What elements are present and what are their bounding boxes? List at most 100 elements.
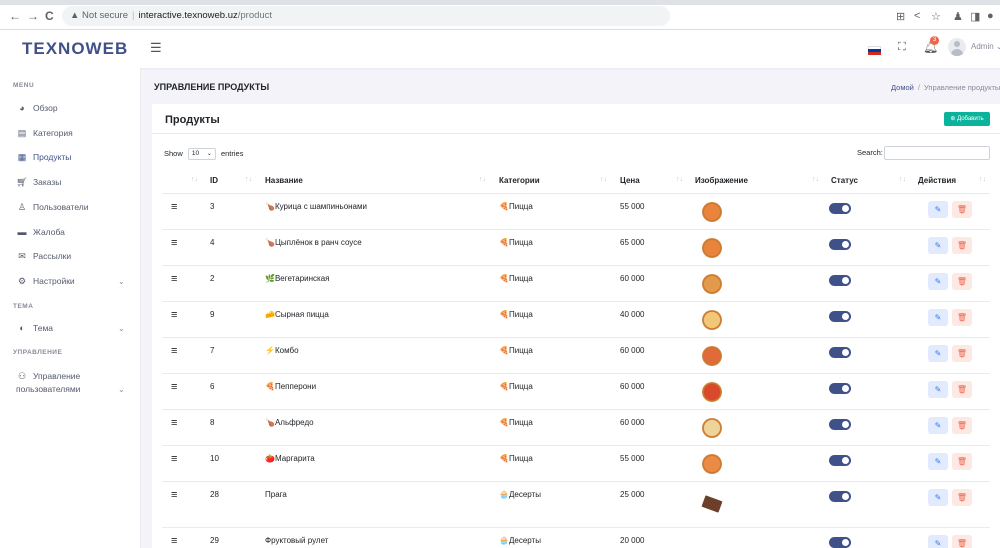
delete-button[interactable]: 🗑︎ bbox=[952, 381, 972, 398]
sort-icon[interactable]: ↑↓ bbox=[479, 176, 486, 183]
chevron-down-icon[interactable]: ⌄ bbox=[118, 385, 125, 394]
delete-button[interactable]: 🗑︎ bbox=[952, 237, 972, 254]
sidebar-item-theme[interactable]: ◐ Тема bbox=[16, 321, 53, 335]
drag-handle-icon[interactable]: ≡ bbox=[171, 202, 177, 213]
status-toggle[interactable] bbox=[829, 455, 851, 466]
sidebar-item-user-management[interactable]: ⚇ Управление bbox=[16, 369, 80, 383]
sort-icon[interactable]: ↑↓ bbox=[979, 176, 986, 183]
edit-button[interactable]: ✎ bbox=[928, 381, 948, 398]
address-bar[interactable]: ▲ Not secure | interactive.texnoweb.uz/pro… bbox=[62, 6, 670, 26]
delete-button[interactable]: 🗑︎ bbox=[952, 273, 972, 290]
edit-button[interactable]: ✎ bbox=[928, 273, 948, 290]
row-price: 60 000 bbox=[620, 382, 645, 391]
edit-button[interactable]: ✎ bbox=[928, 453, 948, 470]
col-header-category[interactable]: Категории bbox=[499, 176, 540, 185]
card-title: Продукты bbox=[165, 114, 220, 126]
breadcrumb-home-link[interactable]: Домой bbox=[891, 83, 914, 92]
col-header-price[interactable]: Цена bbox=[620, 176, 640, 185]
delete-button[interactable]: 🗑︎ bbox=[952, 345, 972, 362]
status-toggle[interactable] bbox=[829, 537, 851, 548]
col-header-actions[interactable]: Действия bbox=[918, 176, 956, 185]
notification-bell-icon[interactable]: 🔔︎ 3 bbox=[923, 36, 939, 54]
drag-handle-icon[interactable]: ≡ bbox=[171, 274, 177, 285]
sidebar-item-orders[interactable]: 🛒︎ Заказы bbox=[16, 175, 61, 189]
sidebar-item-products[interactable]: ▦ Продукты bbox=[16, 150, 72, 164]
edit-button[interactable]: ✎ bbox=[928, 417, 948, 434]
status-toggle[interactable] bbox=[829, 419, 851, 430]
product-image bbox=[701, 495, 723, 513]
status-toggle[interactable] bbox=[829, 491, 851, 502]
bookmark-star-icon[interactable]: ☆ bbox=[931, 10, 941, 23]
col-header-status[interactable]: Статус bbox=[831, 176, 858, 185]
sort-icon[interactable]: ↑↓ bbox=[600, 176, 607, 183]
edit-button[interactable]: ✎ bbox=[928, 237, 948, 254]
row-divider bbox=[162, 193, 990, 194]
drag-handle-icon[interactable]: ≡ bbox=[171, 418, 177, 429]
row-category: 🍕Пицца bbox=[499, 454, 533, 463]
add-product-button[interactable]: ⊕ Добавить bbox=[944, 112, 990, 126]
drag-handle-icon[interactable]: ≡ bbox=[171, 536, 177, 547]
sidebar-item-user-management-line2[interactable]: пользователями bbox=[16, 382, 80, 396]
user-avatar[interactable] bbox=[948, 38, 966, 56]
row-divider bbox=[162, 445, 990, 446]
sidebar-item-settings[interactable]: ⚙ Настройки bbox=[16, 274, 75, 288]
sidebar-item-overview[interactable]: ◕ Обзор bbox=[16, 101, 57, 115]
chevron-down-icon[interactable]: ⌄ bbox=[118, 277, 125, 286]
users-group-icon: ⚇ bbox=[17, 371, 27, 381]
profile-icon[interactable]: ● bbox=[987, 10, 994, 22]
status-toggle[interactable] bbox=[829, 311, 851, 322]
back-arrow-icon[interactable]: ← bbox=[9, 9, 21, 23]
status-toggle[interactable] bbox=[829, 275, 851, 286]
entries-select[interactable]: 10 ⌄ bbox=[187, 148, 216, 160]
sidebar-item-mailings[interactable]: ✉ Рассылки bbox=[16, 249, 71, 263]
sort-icon[interactable]: ↑↓ bbox=[245, 176, 252, 183]
drag-handle-icon[interactable]: ≡ bbox=[171, 490, 177, 501]
row-divider bbox=[162, 265, 990, 266]
delete-button[interactable]: 🗑︎ bbox=[952, 201, 972, 218]
sort-icon[interactable]: ↑↓ bbox=[812, 176, 819, 183]
share-icon[interactable]: < bbox=[914, 10, 920, 22]
delete-button[interactable]: 🗑︎ bbox=[952, 489, 972, 506]
row-id: 9 bbox=[210, 310, 215, 319]
drag-handle-icon[interactable]: ≡ bbox=[171, 346, 177, 357]
reload-icon[interactable]: C bbox=[45, 9, 54, 23]
sidebar-item-category[interactable]: ▤ Категория bbox=[16, 126, 73, 140]
sort-icon[interactable]: ↑↓ bbox=[899, 176, 906, 183]
drag-handle-icon[interactable]: ≡ bbox=[171, 454, 177, 465]
sidepanel-icon[interactable]: ◨ bbox=[970, 10, 980, 23]
brand-logo[interactable]: TEXNOWEB bbox=[22, 39, 128, 59]
forward-arrow-icon[interactable]: → bbox=[27, 9, 39, 23]
sort-icon[interactable]: ↑↓ bbox=[191, 176, 198, 183]
sidebar-item-users[interactable]: ♙ Пользователи bbox=[16, 200, 89, 214]
user-name-dropdown[interactable]: Admin ⌄ bbox=[971, 42, 1000, 51]
delete-button[interactable]: 🗑︎ bbox=[952, 417, 972, 434]
status-toggle[interactable] bbox=[829, 347, 851, 358]
search-input[interactable] bbox=[884, 146, 990, 160]
delete-button[interactable]: 🗑︎ bbox=[952, 453, 972, 470]
hamburger-menu-icon[interactable]: ☰ bbox=[150, 40, 162, 56]
status-toggle[interactable] bbox=[829, 383, 851, 394]
edit-button[interactable]: ✎ bbox=[928, 489, 948, 506]
chevron-down-icon[interactable]: ⌄ bbox=[118, 324, 125, 333]
delete-button[interactable]: 🗑︎ bbox=[952, 309, 972, 326]
edit-button[interactable]: ✎ bbox=[928, 201, 948, 218]
extension-icon[interactable]: ♟ bbox=[953, 10, 963, 23]
edit-button[interactable]: ✎ bbox=[928, 535, 948, 548]
edit-button[interactable]: ✎ bbox=[928, 309, 948, 326]
col-header-id[interactable]: ID bbox=[210, 176, 218, 185]
translate-icon[interactable]: ⊞ bbox=[896, 10, 905, 23]
col-header-name[interactable]: Название bbox=[265, 176, 303, 185]
row-price: 60 000 bbox=[620, 346, 645, 355]
sort-icon[interactable]: ↑↓ bbox=[676, 176, 683, 183]
russian-flag-icon[interactable] bbox=[868, 46, 881, 55]
drag-handle-icon[interactable]: ≡ bbox=[171, 238, 177, 249]
status-toggle[interactable] bbox=[829, 239, 851, 250]
sidebar-item-complaints[interactable]: ▬ Жалоба bbox=[16, 225, 65, 239]
drag-handle-icon[interactable]: ≡ bbox=[171, 382, 177, 393]
drag-handle-icon[interactable]: ≡ bbox=[171, 310, 177, 321]
status-toggle[interactable] bbox=[829, 203, 851, 214]
edit-button[interactable]: ✎ bbox=[928, 345, 948, 362]
col-header-image[interactable]: Изображение bbox=[695, 176, 748, 185]
delete-button[interactable]: 🗑︎ bbox=[952, 535, 972, 548]
fullscreen-icon[interactable]: ⛶ bbox=[898, 41, 909, 53]
